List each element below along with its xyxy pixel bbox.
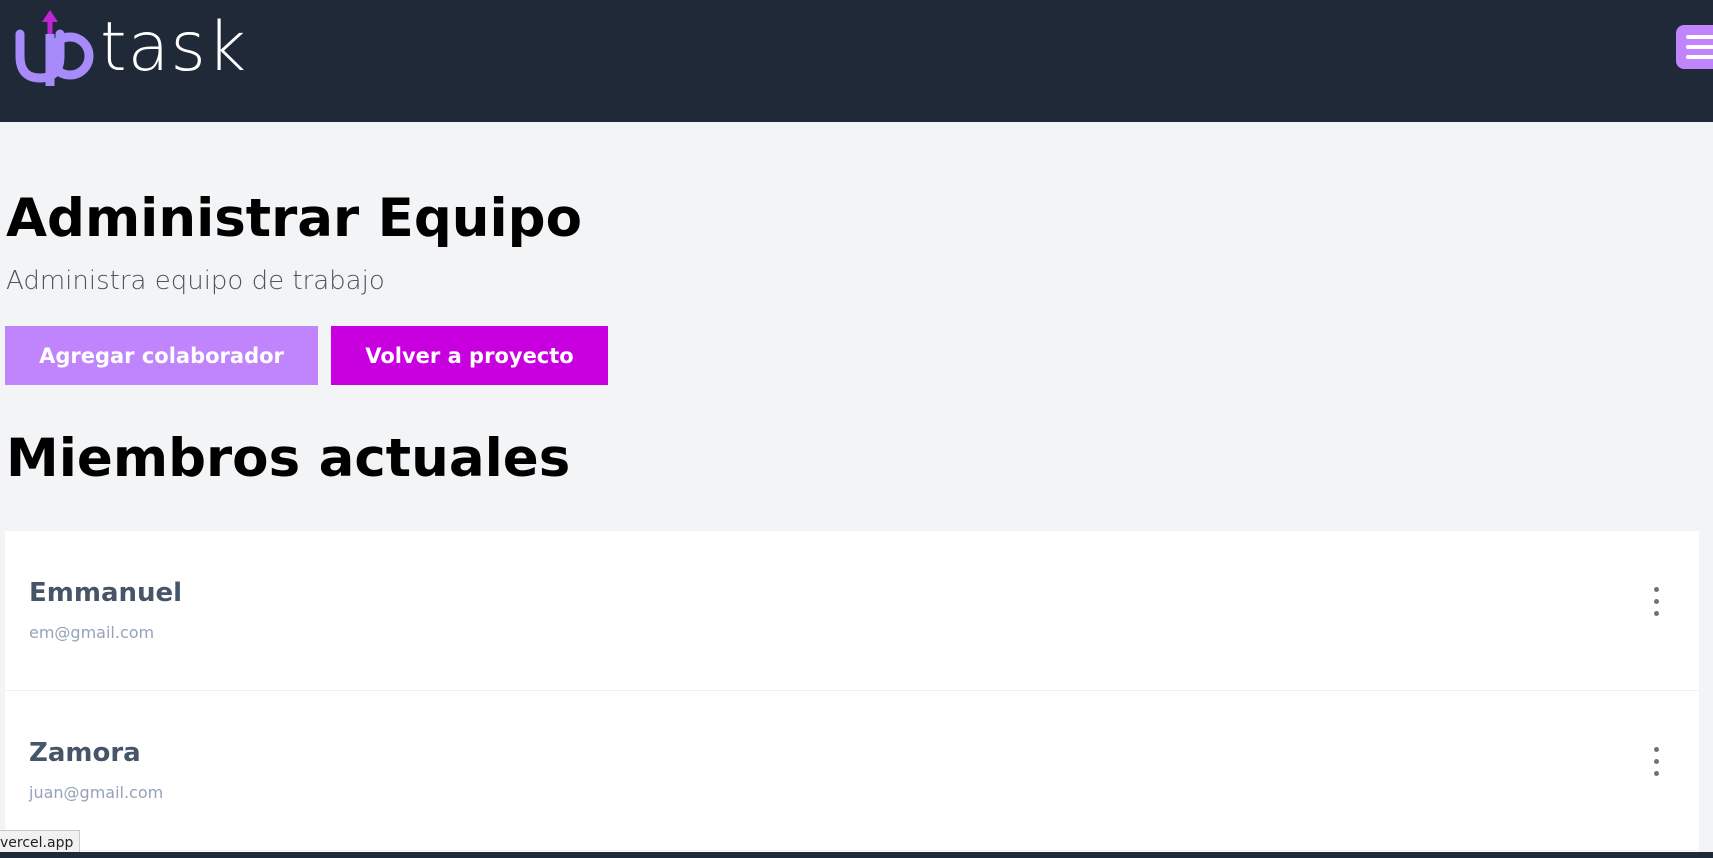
uptask-logo-mark-icon bbox=[15, 10, 94, 86]
members-section-title: Miembros actuales bbox=[6, 428, 571, 489]
member-email: juan@gmail.com bbox=[29, 783, 164, 802]
members-list: Emmanuel em@gmail.com Zamora juan@gmail.… bbox=[5, 531, 1699, 858]
logo-text: task bbox=[100, 8, 248, 87]
page-title: Administrar Equipo bbox=[6, 188, 583, 249]
hamburger-menu-icon[interactable] bbox=[1676, 25, 1713, 69]
bottom-strip bbox=[0, 852, 1713, 858]
dot bbox=[1654, 611, 1659, 616]
member-row: Zamora juan@gmail.com bbox=[5, 691, 1699, 851]
member-row: Emmanuel em@gmail.com bbox=[5, 531, 1699, 691]
menu-bar bbox=[1686, 35, 1713, 39]
back-to-project-button[interactable]: Volver a proyecto bbox=[331, 326, 608, 385]
page-subtitle: Administra equipo de trabajo bbox=[6, 266, 385, 296]
top-header: task bbox=[0, 0, 1713, 122]
more-vertical-icon[interactable] bbox=[1647, 585, 1667, 621]
add-collaborator-button[interactable]: Agregar colaborador bbox=[5, 326, 318, 385]
app-page: task Administrar Equipo Administra equip… bbox=[0, 0, 1713, 858]
dot bbox=[1654, 587, 1659, 592]
menu-bar bbox=[1686, 45, 1713, 49]
dot bbox=[1654, 747, 1659, 752]
more-vertical-icon[interactable] bbox=[1647, 745, 1667, 781]
dot bbox=[1654, 771, 1659, 776]
member-name: Emmanuel bbox=[29, 578, 183, 608]
dot bbox=[1654, 759, 1659, 764]
dot bbox=[1654, 599, 1659, 604]
member-email: em@gmail.com bbox=[29, 623, 155, 642]
member-name: Zamora bbox=[29, 738, 141, 768]
menu-bar bbox=[1686, 55, 1713, 59]
